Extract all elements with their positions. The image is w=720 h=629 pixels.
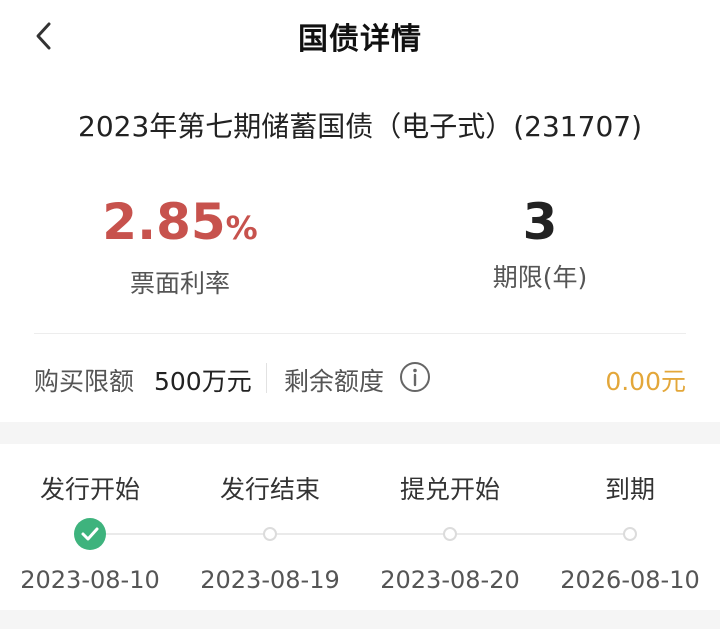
pending-dot-icon xyxy=(443,527,457,541)
remaining-quota-label: 剩余额度 xyxy=(284,367,385,396)
timeline-step-date: 2023-08-10 xyxy=(20,566,160,594)
pending-dot-icon xyxy=(263,527,277,541)
info-icon[interactable] xyxy=(398,360,432,394)
timeline-step-label: 发行开始 xyxy=(39,475,140,504)
coupon-rate-block: 2.85% 票面利率 xyxy=(30,192,330,300)
issue-timeline: 发行开始 发行结束 提兑开始 到期 2023-08-10 2023-08-19 … xyxy=(0,444,720,629)
term-label: 期限(年) xyxy=(492,263,588,292)
coupon-rate-value: 2.85 xyxy=(102,193,226,251)
coupon-rate-label: 票面利率 xyxy=(129,269,230,298)
coupon-rate-value-line: 2.85% xyxy=(30,192,330,258)
check-circle-icon xyxy=(74,518,106,550)
coupon-rate-unit: % xyxy=(225,209,258,247)
page-title: 国债详情 xyxy=(298,22,422,57)
timeline-step-date: 2023-08-20 xyxy=(380,566,520,594)
quota-separator xyxy=(266,363,267,393)
timeline-step-label: 到期 xyxy=(604,475,655,504)
timeline-track xyxy=(90,533,630,535)
remaining-quota-value: 0.00元 xyxy=(605,367,686,396)
section-gap xyxy=(0,422,720,444)
timeline-step-label: 提兑开始 xyxy=(399,475,500,504)
bond-name: 2023年第七期储蓄国债（电子式）(231707) xyxy=(78,110,642,143)
divider xyxy=(34,333,686,334)
timeline-step-date: 2023-08-19 xyxy=(200,566,340,594)
top-bar: 国债详情 xyxy=(0,0,720,72)
timeline-step-label: 发行结束 xyxy=(219,475,320,504)
term-block: 3 期限(年) xyxy=(390,192,690,294)
timeline-step-date: 2026-08-10 xyxy=(560,566,700,594)
purchase-limit-label: 购买限额 xyxy=(34,367,135,396)
bottom-band xyxy=(0,610,720,629)
purchase-limit-value: 500万元 xyxy=(154,367,252,396)
quota-row: 购买限额 500万元 剩余额度 0.00元 xyxy=(34,356,686,400)
pending-dot-icon xyxy=(623,527,637,541)
term-value: 3 xyxy=(522,193,558,251)
